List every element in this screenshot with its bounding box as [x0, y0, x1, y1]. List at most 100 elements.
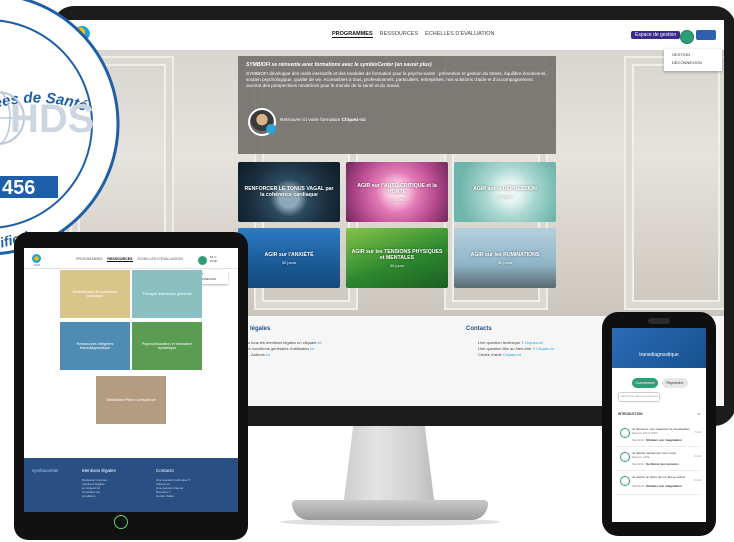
session-label: Stimuler son imagination	[646, 438, 682, 442]
legal-line: conditions	[82, 494, 96, 498]
link-ici[interactable]: ici	[318, 340, 322, 345]
resource-tile-therapie[interactable]: Thérapie Interactive générale	[132, 270, 202, 318]
retrouver-text: Retrouver ici votre formation	[280, 118, 341, 123]
card-duration: 30 jours	[389, 262, 405, 268]
tablet-menu-ressources[interactable]: RESSOURCES	[107, 257, 133, 262]
tablet-user-label[interactable]: Mr C Profil	[210, 255, 217, 263]
play-circle-icon[interactable]	[620, 452, 630, 462]
link-cliquez-ici[interactable]: Cliquez-ici	[503, 352, 521, 357]
phone-section-title: INTRODUCTION	[618, 412, 643, 416]
resource-tile-biofeedback[interactable]: Biofeedback de cohérence cardiaque	[60, 270, 130, 318]
program-card-auto-critique[interactable]: AGIR sur l'AUTO-CRITIQUE et la HONTE 30 …	[346, 162, 448, 222]
tablet-avatar[interactable]	[198, 256, 207, 265]
contact-link[interactable]: Centre d'aide Cliquez-ici	[478, 352, 521, 358]
card-duration: 30 jours	[389, 196, 405, 202]
session-step: SÉANCE	[632, 438, 645, 442]
session-title: Je touche un arbre qui me fait se calmer	[632, 475, 686, 479]
program-card-tonus-vagal[interactable]: RENFORCER LE TONUS VAGAL par la cohérenc…	[238, 162, 340, 222]
card-duration: 30 jours	[497, 259, 513, 265]
badge-initials: HDS	[10, 97, 94, 141]
tablet-footer: symbiocenter Mentions légales Contacts R…	[24, 458, 238, 512]
session-step: SÉANCE	[632, 484, 645, 488]
program-card-ruminations[interactable]: AGIR sur les RUMINATIONS 30 jours	[454, 228, 556, 288]
tablet-logo-text: DAP	[34, 263, 41, 267]
hds-certification-badge: Données de Santé HDS 456 ified	[0, 0, 120, 255]
play-circle-icon[interactable]	[620, 476, 630, 486]
link-cliquez-ici[interactable]: Cliquez-ici	[536, 346, 554, 351]
chevron-down-icon[interactable]: ⌄	[696, 409, 702, 417]
program-card-depression[interactable]: AGIR sur la DÉPRESSION 30 jours	[454, 162, 556, 222]
tablet-screen: DAP PROGRAMMES RESSOURCES ÉCHELLES D'ÉVA…	[24, 248, 238, 512]
tile-label: Biofeedback de cohérence cardiaque	[72, 290, 118, 298]
intro-title: SYMBIOFI se réinvente avec formations av…	[246, 62, 432, 68]
resource-tile-psychoeducation[interactable]: Psychoéducation et relaxation dynamique	[132, 322, 202, 370]
card-title: AGIR sur l'AUTO-CRITIQUE et la HONTE	[357, 182, 437, 195]
session-label: Se libérer des tensions	[646, 462, 679, 466]
tablet-footer-contact-links[interactable]: Une question technique ? Cliquez-ici Une…	[156, 478, 190, 498]
card-duration: 30 jours	[281, 259, 297, 265]
contact-link-text: Centre d'aide	[478, 352, 502, 357]
tile-label: Thérapie Interactive générale	[142, 292, 192, 296]
intro-panel: SYMBIOFI se réinvente avec formations av…	[238, 56, 556, 154]
phone-header-title: transdiagnostique	[639, 352, 679, 358]
tile-label: Méditation Pleine conscience	[106, 398, 156, 402]
link-ici[interactable]: ici	[310, 346, 314, 351]
phone-search-input[interactable]: Rechercher dans ce programme	[618, 392, 660, 402]
resource-tile-transdiagnostique[interactable]: Ressources intégrées transdiagnostique	[60, 322, 130, 370]
card-title: RENFORCER LE TONUS VAGAL par la cohérenc…	[244, 186, 334, 198]
play-icon[interactable]	[266, 124, 276, 134]
contacts-title: Contacts	[466, 326, 492, 332]
phone-commencer-button[interactable]: Commencer	[632, 378, 658, 388]
contact-line: Centre d'aide	[156, 494, 174, 498]
card-title: AGIR sur les RUMINATIONS	[470, 251, 540, 258]
card-title: AGIR sur la DÉPRESSION	[473, 185, 537, 192]
main-menu: PROGRAMMES RESSOURCES ÉCHELLES D'ÉVALUAT…	[332, 31, 494, 38]
tablet-menu-programmes[interactable]: PROGRAMMES	[76, 257, 102, 262]
intro-cta: Retrouver ici votre formation Cliquez-ic…	[280, 118, 366, 123]
tablet-navbar: DAP PROGRAMMES RESSOURCES ÉCHELLES D'ÉVA…	[24, 248, 238, 269]
session-subtitle: Séance ÉCOUTER	[632, 431, 658, 435]
contact-link-text: Une question technique ?	[478, 340, 524, 345]
program-card-tensions[interactable]: AGIR sur les TENSIONS PHYSIQUES et MENTA…	[346, 228, 448, 288]
intro-text: SYMBIOFI développe des outils interactif…	[246, 71, 547, 88]
link-ici[interactable]: ici	[266, 352, 270, 357]
dropdown-item-gestion[interactable]: GESTION	[664, 49, 722, 57]
session-step: SÉANCE	[632, 462, 645, 466]
menu-item-echelles[interactable]: ÉCHELLES D'ÉVALUATION	[425, 31, 494, 38]
play-circle-icon[interactable]	[620, 428, 630, 438]
tablet-home-button-icon[interactable]	[114, 515, 128, 529]
tablet-menu-echelles[interactable]: ÉCHELLES D'ÉVALUATION	[138, 257, 183, 262]
phone-notch	[648, 318, 670, 324]
user-dropdown: GESTION DÉCONNEXION	[664, 49, 722, 71]
phone-session-item[interactable]: Je touche un arbre qui me fait se calmer…	[616, 472, 702, 495]
menu-item-programmes[interactable]: PROGRAMMES	[332, 31, 373, 38]
monitor-stand-neck	[342, 426, 436, 508]
card-title: AGIR sur l'ANXIÉTÉ	[264, 251, 314, 258]
session-duration: 7 min	[694, 430, 702, 434]
badge-number: 456	[2, 177, 35, 199]
session-subtitle: Séance LIRE	[632, 455, 650, 459]
program-card-anxiete[interactable]: AGIR sur l'ANXIÉTÉ 30 jours	[238, 228, 340, 288]
legal-link-text: couvrez tous les mentions légales en cli…	[236, 340, 317, 345]
dropdown-item-deconnexion[interactable]: DÉCONNEXION	[664, 57, 722, 65]
user-avatar[interactable]	[680, 30, 694, 44]
tablet-footer-brand: symbiocenter	[32, 468, 59, 473]
card-title: AGIR sur les TENSIONS PHYSIQUES et MENTA…	[351, 248, 443, 261]
top-navbar: DAP PROGRAMMES RESSOURCES ÉCHELLES D'ÉVA…	[64, 20, 724, 51]
session-duration: 2 min	[694, 454, 702, 458]
tablet-footer-legal-links[interactable]: Retrouvez tous les mentions légales en c…	[82, 478, 107, 498]
tablet-menu: PROGRAMMES RESSOURCES ÉCHELLES D'ÉVALUAT…	[76, 257, 183, 262]
resource-tile-meditation[interactable]: Méditation Pleine conscience	[96, 376, 166, 424]
card-duration: 30 jours	[497, 193, 513, 199]
contact-link-text: Une question liée au bien-être ?	[478, 346, 535, 351]
phone-session-item[interactable]: Je découvre mes capacités de visualisati…	[616, 424, 702, 447]
phone-reprendre-button[interactable]: Reprendre	[662, 378, 688, 388]
user-menu-icon[interactable]	[696, 30, 716, 40]
espace-gestion-button[interactable]: Espace de gestion	[631, 31, 681, 39]
tablet-footer-legal-title: Mentions légales	[82, 468, 116, 473]
phone-session-item[interactable]: Je débute rapidement mon corps Séance LI…	[616, 448, 702, 471]
cliquez-ici-link[interactable]: Cliquez-ici	[342, 118, 366, 123]
tablet-logo-icon[interactable]	[32, 254, 41, 263]
menu-item-ressources[interactable]: RESSOURCES	[380, 31, 419, 38]
link-cliquez-ici[interactable]: Cliquez-ici	[525, 340, 543, 345]
